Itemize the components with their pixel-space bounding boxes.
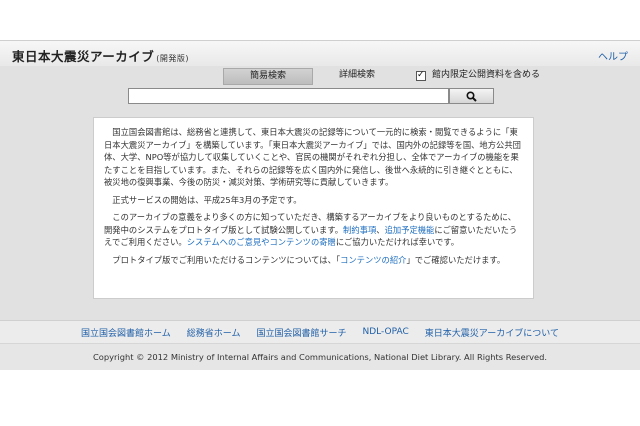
intro-p3-text-c: にご協力いただければ幸いです。 (335, 237, 460, 247)
search-button[interactable] (449, 88, 494, 104)
app-edition: (開発版) (156, 54, 190, 63)
search-input[interactable] (128, 88, 449, 104)
restricted-materials-checkbox[interactable] (416, 68, 426, 83)
feedback-donation-link[interactable]: システムへのご意見やコンテンツの寄贈 (187, 237, 336, 247)
intro-paragraph-3: このアーカイブの意義をより多くの方に知っていただき、構築するアーカイブをより良い… (104, 211, 523, 249)
intro-p4-text-a: プロトタイプ版でご利用いただけるコンテンツについては、「 (112, 254, 341, 265)
restrictions-link[interactable]: 制約事項 (343, 225, 376, 235)
app-header: 東日本大震災アーカイブ (開発版) ヘルプ (0, 40, 640, 67)
footer-link-ndl-home[interactable]: 国立国会図書館ホーム (81, 326, 171, 339)
footer-links: 国立国会図書館ホーム 総務省ホーム 国立国会図書館サーチ NDL-OPAC 東日… (0, 320, 640, 343)
app-title-text: 東日本大震災アーカイブ (12, 49, 155, 64)
intro-panel: 国立国会図書館は、総務省と連携して、東日本大震災の記録等について一元的に検索・閲… (93, 117, 534, 299)
copyright-text: Copyright © 2012 Ministry of Internal Af… (92, 352, 548, 362)
intro-paragraph-4: プロトタイプ版でご利用いただけるコンテンツについては、「コンテンツの紹介」でご確… (104, 254, 523, 267)
contents-intro-link[interactable]: コンテンツの紹介 (340, 255, 406, 265)
help-link[interactable]: ヘルプ (598, 48, 628, 63)
copyright-bar: Copyright © 2012 Ministry of Internal Af… (0, 343, 640, 370)
intro-paragraph-1: 国立国会図書館は、総務省と連携して、東日本大震災の記録等について一元的に検索・閲… (104, 127, 521, 187)
intro-paragraph-2: 正式サービスの開始は、平成25年3月の予定です。 (112, 194, 302, 205)
footer-link-ndl-search[interactable]: 国立国会図書館サーチ (257, 326, 347, 339)
tab-detailed-search[interactable]: 詳細検索 (313, 68, 401, 83)
intro-p3-separator: 、 (376, 224, 385, 235)
search-area: 簡易検索 詳細検索 館内限定公開資料を含める 国立国会図書館は、総務省と連携して… (0, 66, 640, 320)
footer-link-mic-home[interactable]: 総務省ホーム (187, 326, 241, 339)
footer-link-about-archive[interactable]: 東日本大震災アーカイブについて (425, 326, 559, 339)
restricted-materials-label: 館内限定公開資料を含める (432, 70, 541, 80)
search-icon (466, 87, 477, 106)
intro-p4-text-b: 」でご確認いただけます。 (406, 254, 506, 265)
app-title: 東日本大震災アーカイブ (開発版) (12, 46, 189, 65)
planned-features-link[interactable]: 追加予定機能 (385, 225, 435, 235)
tab-simple-search[interactable]: 簡易検索 (223, 68, 313, 85)
footer-link-ndl-opac[interactable]: NDL-OPAC (363, 327, 409, 337)
restricted-materials-option[interactable]: 館内限定公開資料を含める (416, 68, 540, 83)
